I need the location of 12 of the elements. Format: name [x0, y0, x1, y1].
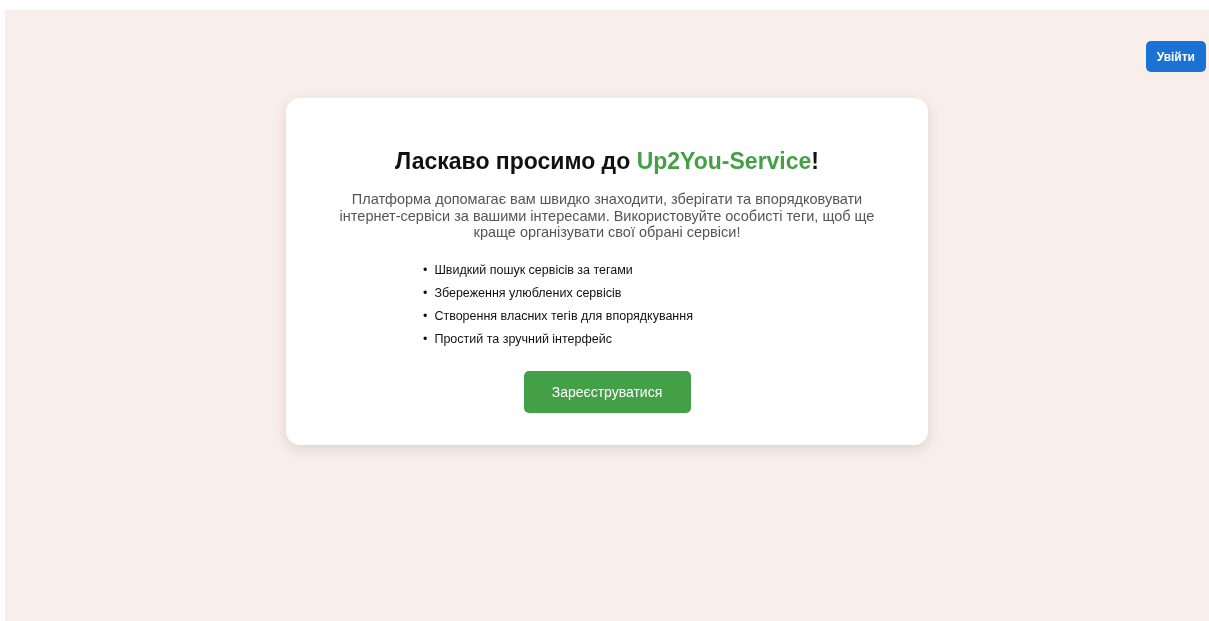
- register-button[interactable]: Зареєструватися: [523, 371, 691, 413]
- description-text: Платформа допомагає вам швидко знаходити, зберігати та впорядковувати інтернет-сервіси за вашими інтересами. Використовуйте особисті теги, щоб ще краще організувати свої обрані сервіси!: [338, 191, 876, 241]
- feature-item: Створення власних тегів для впорядкування: [434, 309, 693, 324]
- login-button[interactable]: Увійти: [1145, 41, 1206, 72]
- welcome-title: Ласкаво просимо до Up2You-Service!: [394, 148, 820, 175]
- feature-item: Швидкий пошук сервісів за тегами: [434, 263, 633, 278]
- feature-item: Простий та зручний інтерфейс: [434, 332, 612, 347]
- bullet-mark: •: [423, 286, 428, 301]
- bullet-mark: •: [423, 309, 428, 324]
- bullet-mark: •: [423, 332, 428, 347]
- feature-item: Збереження улюблених сервісів: [434, 286, 622, 301]
- bullet-mark: •: [423, 263, 428, 278]
